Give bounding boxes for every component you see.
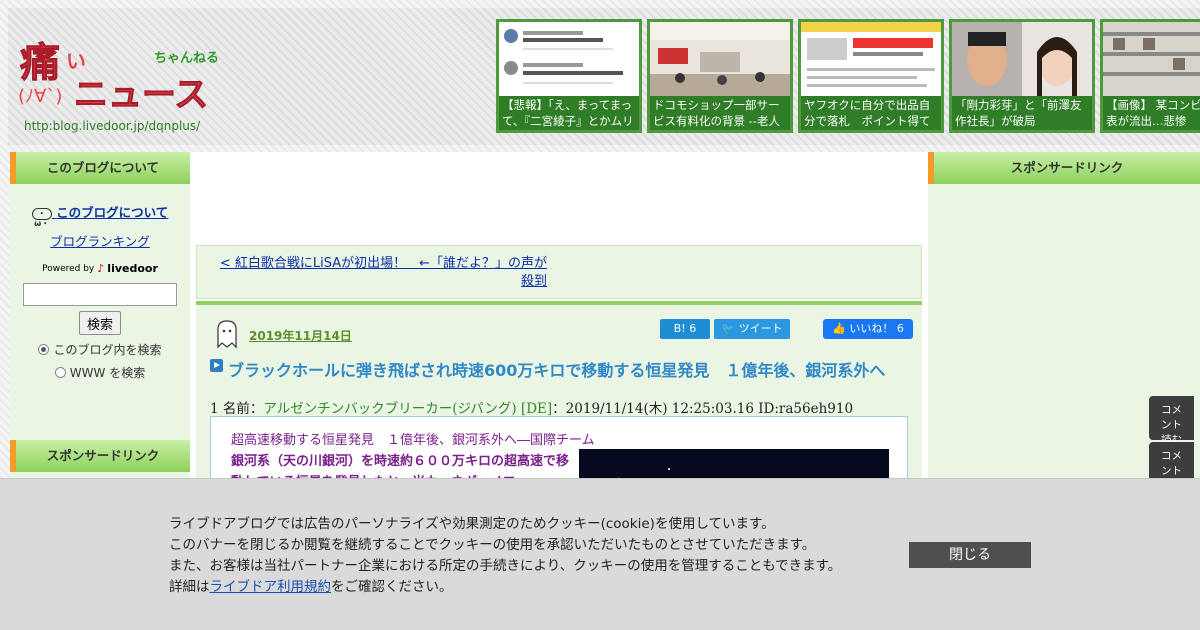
radio-button[interactable]: [54, 367, 66, 378]
radio-label: WWW を検索: [69, 366, 146, 380]
blog-logo[interactable]: 痛 い (ﾉ∀`) ニュース ちゃんねる http:blog.livedoor.…: [16, 26, 236, 138]
cookie-line-2: このバナーを閉じるか閲覧を継続することでクッキーの使用を承認いただいたものとさせ…: [169, 537, 816, 553]
shop-photo-image: [650, 22, 790, 96]
hatena-bookmark-button[interactable]: B! 6: [660, 319, 710, 339]
play-icon: [210, 359, 223, 372]
about-blog-link[interactable]: ・ω・ このブログについて: [10, 202, 190, 228]
thumbnail-caption: ドコモショップ一部サービス有料化の背景 --老人たち: [650, 96, 790, 130]
read-comments-button[interactable]: コメント読む: [1149, 396, 1194, 446]
livedoor-icon: ♪: [97, 262, 105, 275]
res-meta: ：2019/11/14(木) 12:25:03.16 ID:ra56eh910: [552, 401, 854, 417]
cookie-line-4-prefix: 詳細は: [169, 579, 210, 595]
tweet-label: ツイート: [738, 322, 783, 335]
radio-button-selected[interactable]: [38, 344, 50, 355]
powered-by-label: Powered by: [42, 263, 95, 274]
two-portraits-image: [952, 22, 1092, 96]
face-icon: ・ω・: [31, 207, 52, 228]
radio-label: このブログ内を検索: [53, 343, 162, 357]
res-number: 1 名前：: [210, 401, 264, 417]
tweet-button[interactable]: 🐦 ツイート: [714, 319, 790, 339]
thumbs-up-icon: 👍: [832, 322, 846, 335]
prev-post-link[interactable]: < 紅白歌合戦にLiSAが初出場！ ←「誰だよ？」の声が殺到: [217, 255, 547, 291]
about-section: ・ω・ このブログについて ブログランキング Powered by ♪ live…: [10, 184, 190, 381]
thumbnail-caption: 【画像】 某コンビニ 返品表が流出…悲惨: [1103, 96, 1200, 130]
right-sponsor-title: スポンサードリンク: [928, 152, 1200, 184]
bird-icon: 🐦: [721, 322, 736, 335]
logo-kanji: 痛: [20, 40, 60, 86]
about-link-label: このブログについて: [56, 205, 169, 220]
search-input[interactable]: [23, 283, 177, 306]
thumbnail-2[interactable]: ドコモショップ一部サービス有料化の背景 --老人たち: [647, 19, 793, 133]
quote-headline: 超高速移動する恒星発見 １億年後、銀河系外へ―国際チーム: [231, 433, 595, 448]
logo-hiragana: い: [66, 49, 86, 73]
blog-ranking-link[interactable]: ブログランキング: [10, 231, 190, 250]
thumbnail-caption: 「剛力彩芽」と「前澤友作社長」が破局: [952, 96, 1092, 130]
thumbnail-5[interactable]: 【画像】 某コンビニ 返品表が流出…悲惨: [1100, 19, 1200, 133]
related-thumbnails: 【悲報】「え、まってまって、『二宮綾子』とかムリ ドコモショップ一部サービス有料…: [496, 19, 1200, 134]
res-header: 1 名前：アルゼンチンバックブリーカー(ジパング) [DE]：2019/11/1…: [210, 397, 853, 417]
radio-search-www[interactable]: WWW を検索: [10, 364, 190, 381]
post-date[interactable]: 2019年11月14日: [249, 327, 352, 344]
terms-link[interactable]: ライブドア利用規約: [210, 579, 332, 595]
cookie-banner: ライブドアブログでは広告のパーソナライズや効果測定のためクッキー(cookie)…: [0, 478, 1200, 630]
thumbnail-caption: 【悲報】「え、まってまって、『二宮綾子』とかムリ: [499, 96, 639, 130]
facebook-like-button[interactable]: 👍 いいね！ 6: [823, 319, 913, 339]
ghost-icon: [217, 320, 237, 349]
logo-news: ニュース: [74, 75, 208, 115]
powered-by-livedoor[interactable]: Powered by ♪ livedoor: [10, 262, 190, 275]
auction-page-image: [801, 22, 941, 96]
res-name: アルゼンチンバックブリーカー(ジパング) [DE]: [263, 401, 553, 417]
cookie-line-4-suffix: をご確認ください。: [331, 579, 453, 595]
prev-post-nav: < 紅白歌合戦にLiSAが初出場！ ←「誰だよ？」の声が殺到: [196, 245, 922, 299]
thumbnail-1[interactable]: 【悲報】「え、まってまって、『二宮綾子』とかムリ: [496, 19, 642, 133]
cookie-line-4: 詳細はライブドア利用規約をご確認ください。: [169, 577, 841, 598]
left-sponsor-title: スポンサードリンク: [10, 440, 190, 472]
thumbnail-caption: ヤフオクに自分で出品自分で落札 ポイント得て換金: [801, 96, 941, 130]
thumbnail-3[interactable]: ヤフオクに自分で出品自分で落札 ポイント得て換金: [798, 19, 944, 133]
blog-header: 痛 い (ﾉ∀`) ニュース ちゃんねる http:blog.livedoor.…: [8, 8, 1200, 145]
logo-channel: ちゃんねる: [154, 51, 219, 66]
cookie-line-3: また、お客様は当社パートナー企業における所定の手続きにより、クッキーの使用を管理…: [169, 558, 842, 574]
livedoor-label: livedoor: [107, 262, 158, 275]
logo-face: (ﾉ∀`): [18, 86, 62, 107]
shelf-photo-image: [1103, 22, 1200, 96]
like-label: いいね！ 6: [849, 322, 904, 335]
post-title[interactable]: ブラックホールに弾き飛ばされ時速600万キロで移動する恒星発見 １億年後、銀河系…: [228, 357, 885, 381]
logo-url: http:blog.livedoor.jp/dqnplus/: [24, 119, 201, 133]
radio-search-blog[interactable]: このブログ内を検索: [10, 341, 190, 358]
cookie-close-button[interactable]: 閉じる: [909, 542, 1031, 568]
cookie-line-1: ライブドアブログでは広告のパーソナライズや効果測定のためクッキー(cookie)…: [169, 516, 775, 532]
thumbnail-4[interactable]: 「剛力彩芽」と「前澤友作社長」が破局: [949, 19, 1095, 133]
tweet-screenshot-image: [499, 22, 639, 96]
about-section-title: このブログについて: [10, 152, 190, 184]
search-button[interactable]: 検索: [79, 311, 121, 335]
cookie-text: ライブドアブログでは広告のパーソナライズや効果測定のためクッキー(cookie)…: [169, 514, 841, 598]
ad-space: [190, 152, 928, 244]
